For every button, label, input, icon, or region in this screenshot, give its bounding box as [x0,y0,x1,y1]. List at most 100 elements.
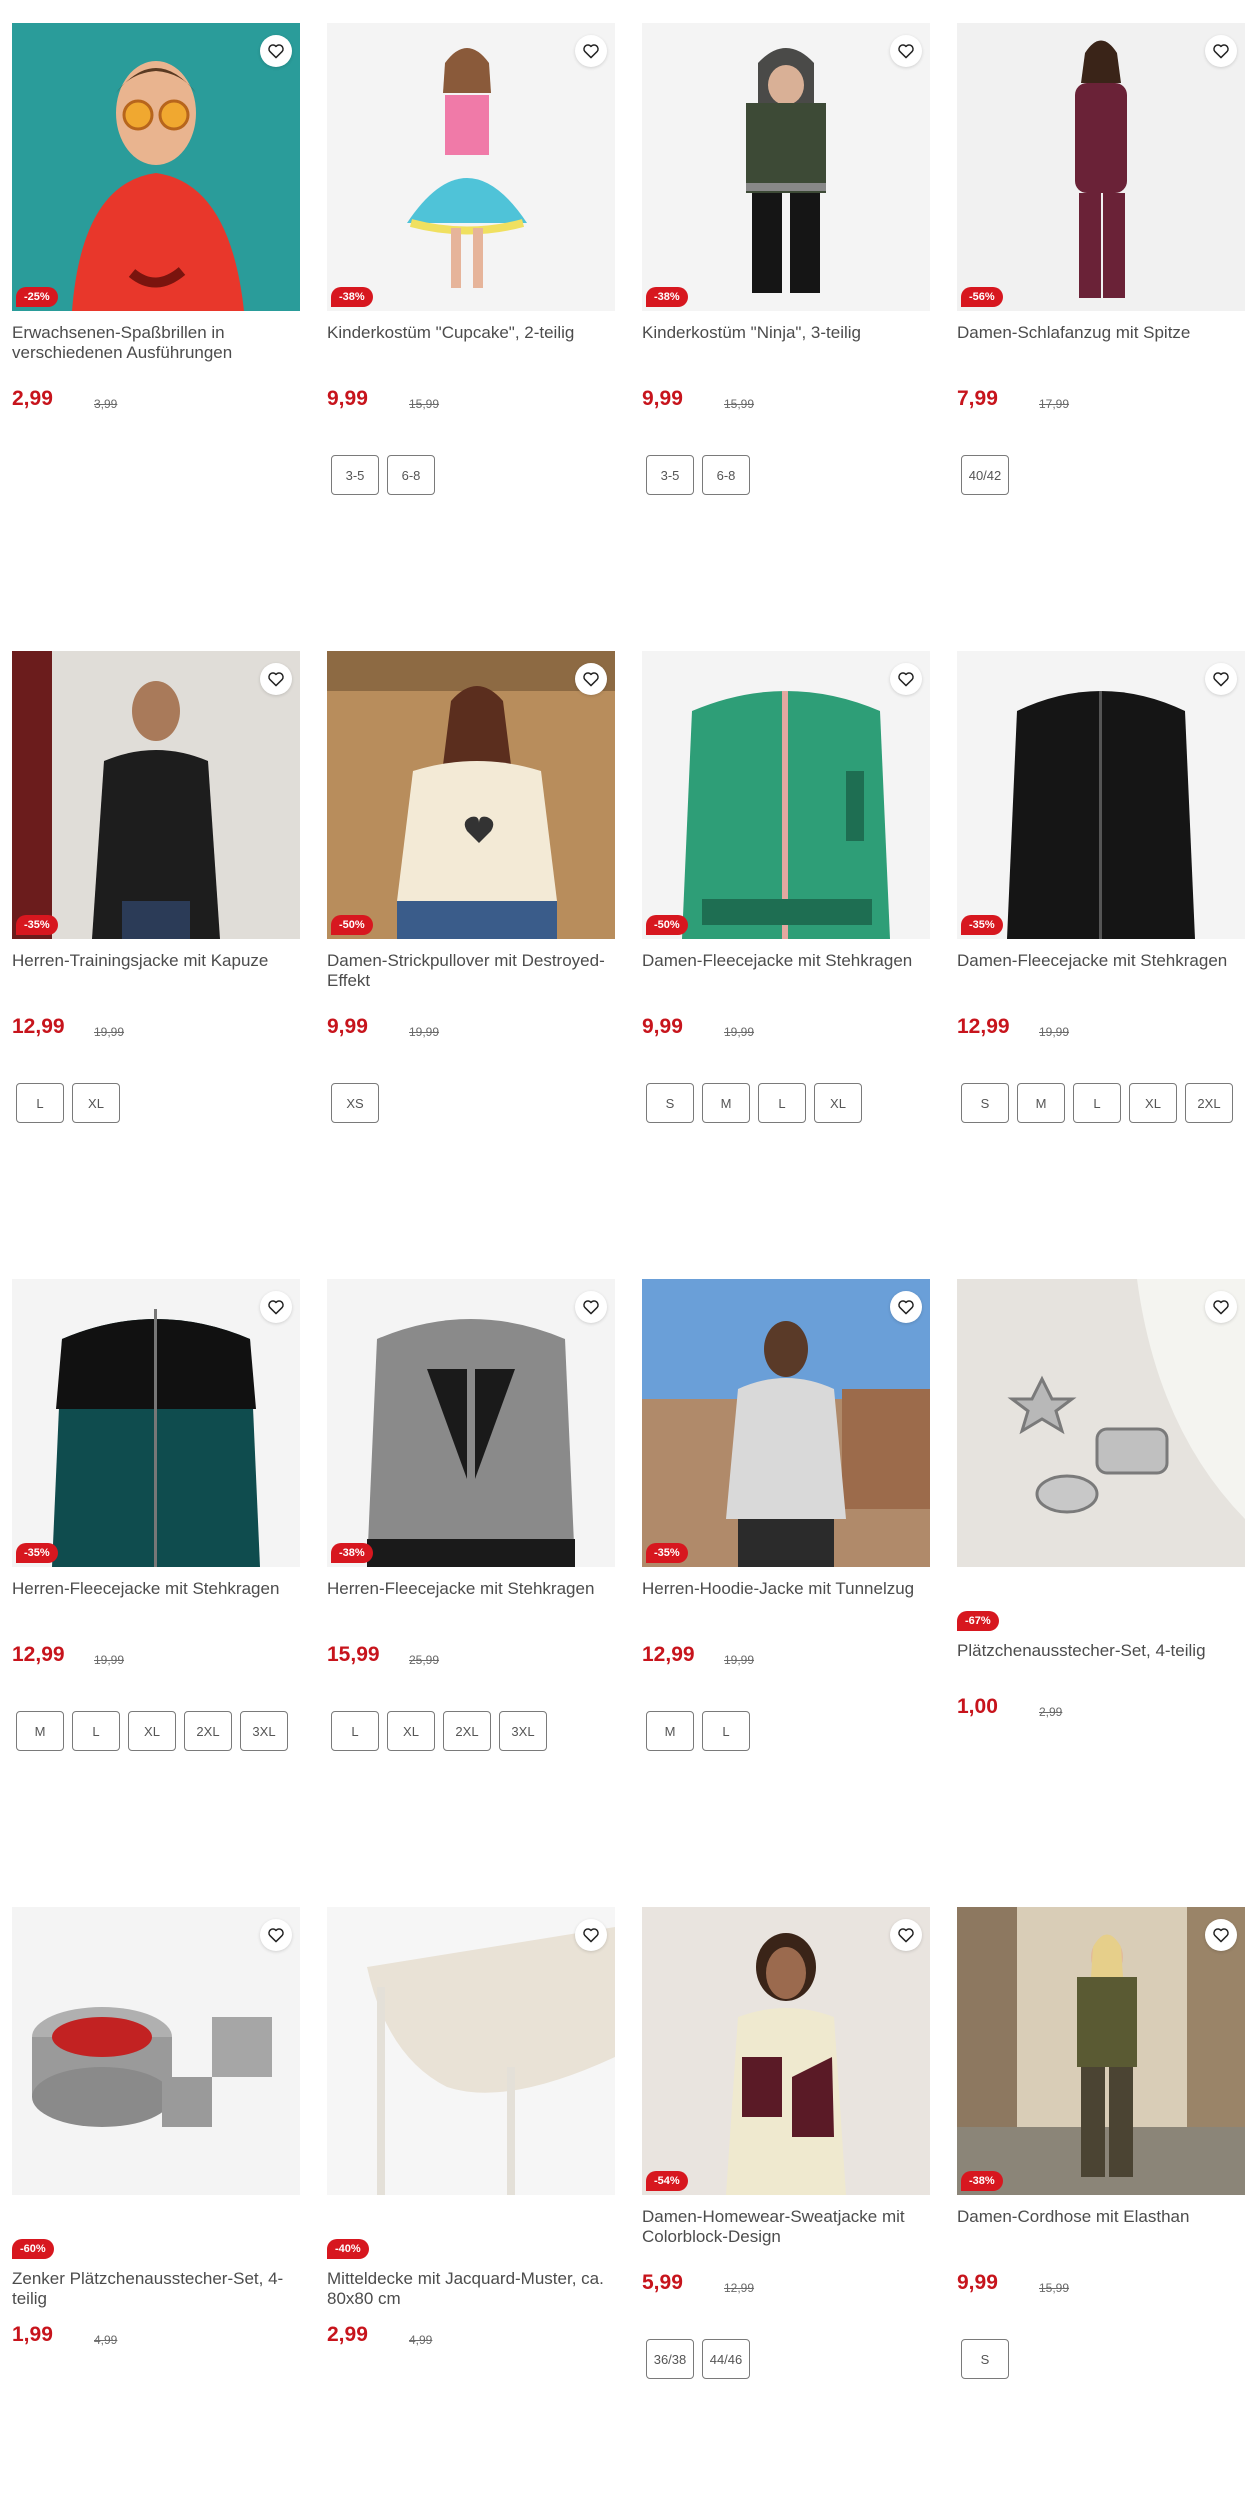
size-option[interactable]: XL [814,1083,862,1123]
size-option[interactable]: 3XL [240,1711,288,1751]
product-title[interactable]: Herren-Fleecejacke mit Stehkragen [12,1579,300,1619]
product-card[interactable]: -25% Erwachsenen-Spaßbrillen in verschied… [12,23,300,415]
product-title[interactable]: Plätzchenausstecher-Set, 4-teilig [957,1641,1245,1681]
product-title[interactable]: Damen-Cordhose mit Elasthan [957,2207,1245,2247]
price-row: 7,99 17,99 [957,387,1245,415]
size-option[interactable]: 6-8 [702,455,750,495]
product-title[interactable]: Mitteldecke mit Jacquard-Muster, ca. 80x… [327,2269,615,2309]
product-card[interactable]: -38% Herren-Fleecejacke mit Stehkragen 15,… [327,1279,615,1751]
product-card[interactable]: -50% Damen-Fleecejacke mit Stehkragen 9,99… [642,651,930,1123]
size-option[interactable]: M [646,1711,694,1751]
product-card[interactable]: -40% Mitteldecke mit Jacquard-Muster, ca.… [327,1907,615,2351]
wishlist-button[interactable] [260,35,292,67]
current-price: 9,99 [642,1015,683,1038]
product-card[interactable]: -54% Damen-Homewear-Sweatjacke mit Colorb… [642,1907,930,2379]
product-card[interactable]: -60% Zenker Plätzchenausstecher-Set, 4-te… [12,1907,300,2351]
size-option[interactable]: L [331,1711,379,1751]
size-option[interactable]: 2XL [1185,1083,1233,1123]
size-option[interactable]: M [702,1083,750,1123]
product-title[interactable]: Herren-Trainingsjacke mit Kapuze [12,951,300,991]
product-title[interactable]: Herren-Hoodie-Jacke mit Tunnelzug [642,1579,930,1619]
size-option[interactable]: M [16,1711,64,1751]
product-title[interactable]: Damen-Fleecejacke mit Stehkragen [642,951,930,991]
size-option[interactable]: XL [72,1083,120,1123]
product-title[interactable]: Damen-Homewear-Sweatjacke mit Colorblock… [642,2207,930,2247]
wishlist-button[interactable] [890,663,922,695]
product-title[interactable]: Kinderkostüm "Ninja", 3-teilig [642,323,930,363]
size-option[interactable]: 36/38 [646,2339,694,2379]
wishlist-button[interactable] [575,663,607,695]
wishlist-button[interactable] [575,1291,607,1323]
wishlist-button[interactable] [260,663,292,695]
size-option[interactable]: XS [331,1083,379,1123]
product-image[interactable]: -54% [642,1907,930,2195]
product-image[interactable] [327,1907,615,2195]
product-card[interactable]: -38% Kinderkostüm "Ninja", 3-teilig 9,99 15… [642,23,930,495]
size-option[interactable]: 44/46 [702,2339,750,2379]
wishlist-button[interactable] [1205,1919,1237,1951]
size-option[interactable]: L [758,1083,806,1123]
product-image[interactable]: -35% [12,651,300,939]
product-image[interactable]: -35% [12,1279,300,1567]
size-option[interactable]: 6-8 [387,455,435,495]
wishlist-button[interactable] [1205,1291,1237,1323]
wishlist-button[interactable] [260,1919,292,1951]
product-card[interactable]: -56% Damen-Schlafanzug mit Spitze 7,99 17,9… [957,23,1245,495]
size-option[interactable]: 2XL [184,1711,232,1751]
product-image[interactable]: -50% [642,651,930,939]
wishlist-button[interactable] [260,1291,292,1323]
wishlist-button[interactable] [1205,663,1237,695]
wishlist-button[interactable] [1205,35,1237,67]
product-card[interactable]: -35% Herren-Fleecejacke mit Stehkragen 12,… [12,1279,300,1751]
size-option[interactable]: L [16,1083,64,1123]
product-card[interactable]: -50% Damen-Strickpullover mit Destroyed-E… [327,651,615,1123]
product-image[interactable]: -38% [327,23,615,311]
product-image[interactable]: -25% [12,23,300,311]
product-title[interactable]: Damen-Strickpullover mit Destroyed-Effek… [327,951,615,991]
size-option[interactable]: L [72,1711,120,1751]
size-option[interactable]: 2XL [443,1711,491,1751]
wishlist-button[interactable] [890,1919,922,1951]
product-title[interactable]: Herren-Fleecejacke mit Stehkragen [327,1579,615,1619]
size-options: 3-5 6-8 [327,455,615,495]
size-option[interactable]: S [646,1083,694,1123]
size-option[interactable]: XL [387,1711,435,1751]
product-card[interactable]: -38% Damen-Cordhose mit Elasthan 9,99 15,99… [957,1907,1245,2379]
product-image[interactable] [957,1279,1245,1567]
heart-outline-icon [268,672,284,687]
product-card[interactable]: -35% Herren-Hoodie-Jacke mit Tunnelzug 12,… [642,1279,930,1751]
size-option[interactable]: S [961,2339,1009,2379]
product-image[interactable]: -38% [957,1907,1245,2195]
size-option[interactable]: 40/42 [961,455,1009,495]
product-card[interactable]: -35% Herren-Trainingsjacke mit Kapuze 12,9… [12,651,300,1123]
product-card[interactable]: -35% Damen-Fleecejacke mit Stehkragen 12,9… [957,651,1245,1123]
product-title[interactable]: Erwachsenen-Spaßbrillen in verschiedenen… [12,323,300,363]
wishlist-button[interactable] [890,35,922,67]
product-image[interactable]: -38% [327,1279,615,1567]
size-option[interactable]: 3-5 [646,455,694,495]
product-image[interactable]: -35% [642,1279,930,1567]
product-image[interactable]: -56% [957,23,1245,311]
wishlist-button[interactable] [890,1291,922,1323]
product-title[interactable]: Zenker Plätzchenausstecher-Set, 4-teilig [12,2269,300,2309]
product-title[interactable]: Damen-Fleecejacke mit Stehkragen [957,951,1245,991]
product-image[interactable]: -35% [957,651,1245,939]
size-option[interactable]: L [702,1711,750,1751]
size-option[interactable]: S [961,1083,1009,1123]
size-option[interactable]: M [1017,1083,1065,1123]
size-option[interactable]: L [1073,1083,1121,1123]
size-option[interactable]: 3XL [499,1711,547,1751]
product-image[interactable] [12,1907,300,2195]
wishlist-button[interactable] [575,1919,607,1951]
price-row: 2,99 3,99 [12,387,300,415]
wishlist-button[interactable] [575,35,607,67]
product-image[interactable]: -38% [642,23,930,311]
size-option[interactable]: XL [1129,1083,1177,1123]
size-option[interactable]: XL [128,1711,176,1751]
size-option[interactable]: 3-5 [331,455,379,495]
product-title[interactable]: Damen-Schlafanzug mit Spitze [957,323,1245,363]
product-title[interactable]: Kinderkostüm "Cupcake", 2-teilig [327,323,615,363]
product-card[interactable]: -67% Plätzchenausstecher-Set, 4-teilig 1,0… [957,1279,1245,1723]
product-card[interactable]: -38% Kinderkostüm "Cupcake", 2-teilig 9,99… [327,23,615,495]
product-image[interactable]: -50% [327,651,615,939]
